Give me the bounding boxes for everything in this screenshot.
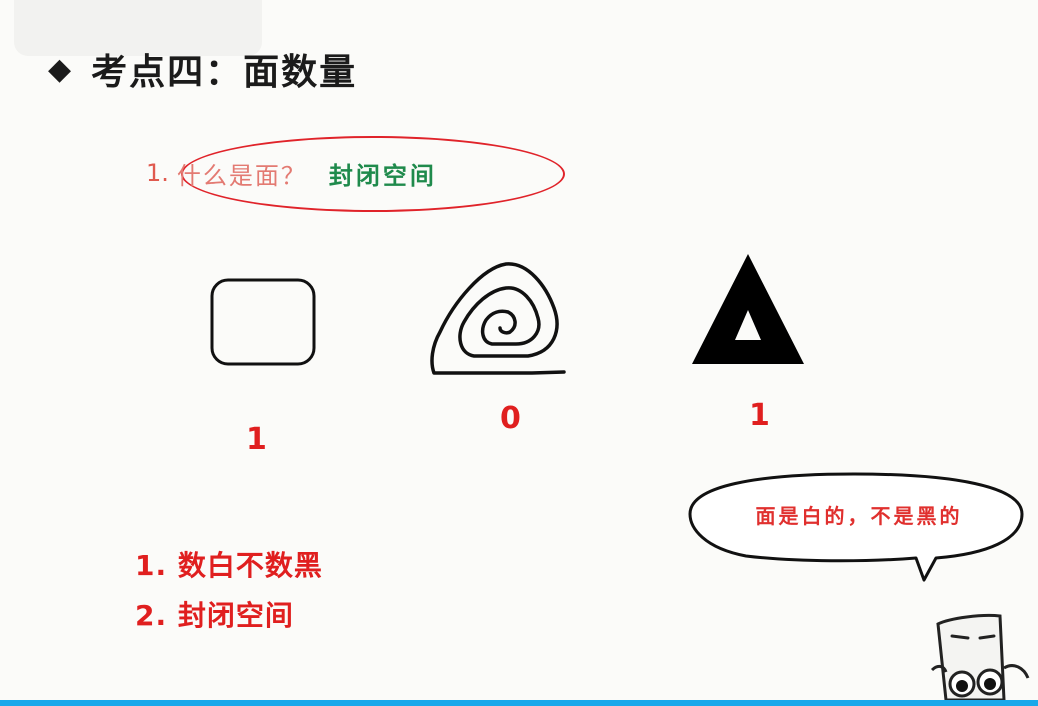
question-number: 1.: [146, 159, 169, 187]
mascot-character-icon: [930, 614, 1030, 700]
shape-count: 0: [500, 401, 521, 436]
rounded-square-icon: [210, 278, 316, 366]
triangle-frame-icon: [692, 254, 804, 364]
shape-count: 1: [246, 422, 267, 457]
spiral-icon: [430, 262, 566, 375]
diamond-bullet-icon: ◆: [48, 51, 72, 87]
rule-item: 2. 封闭空间: [135, 599, 294, 632]
bottom-bar: [0, 700, 1038, 706]
question-line: 1. 什么是面？ 封闭空间: [146, 150, 437, 196]
question-text: 什么是面？: [176, 161, 307, 190]
shape-count: 1: [749, 398, 770, 433]
slide-title: ◆ 考点四：面数量: [48, 44, 357, 94]
question-answer: 封闭空间: [328, 161, 437, 190]
speech-bubble-text: 面是白的，不是黑的: [755, 503, 963, 528]
rule-item: 1. 数白不数黑: [135, 549, 323, 582]
slide-title-text: 考点四：面数量: [91, 51, 358, 93]
